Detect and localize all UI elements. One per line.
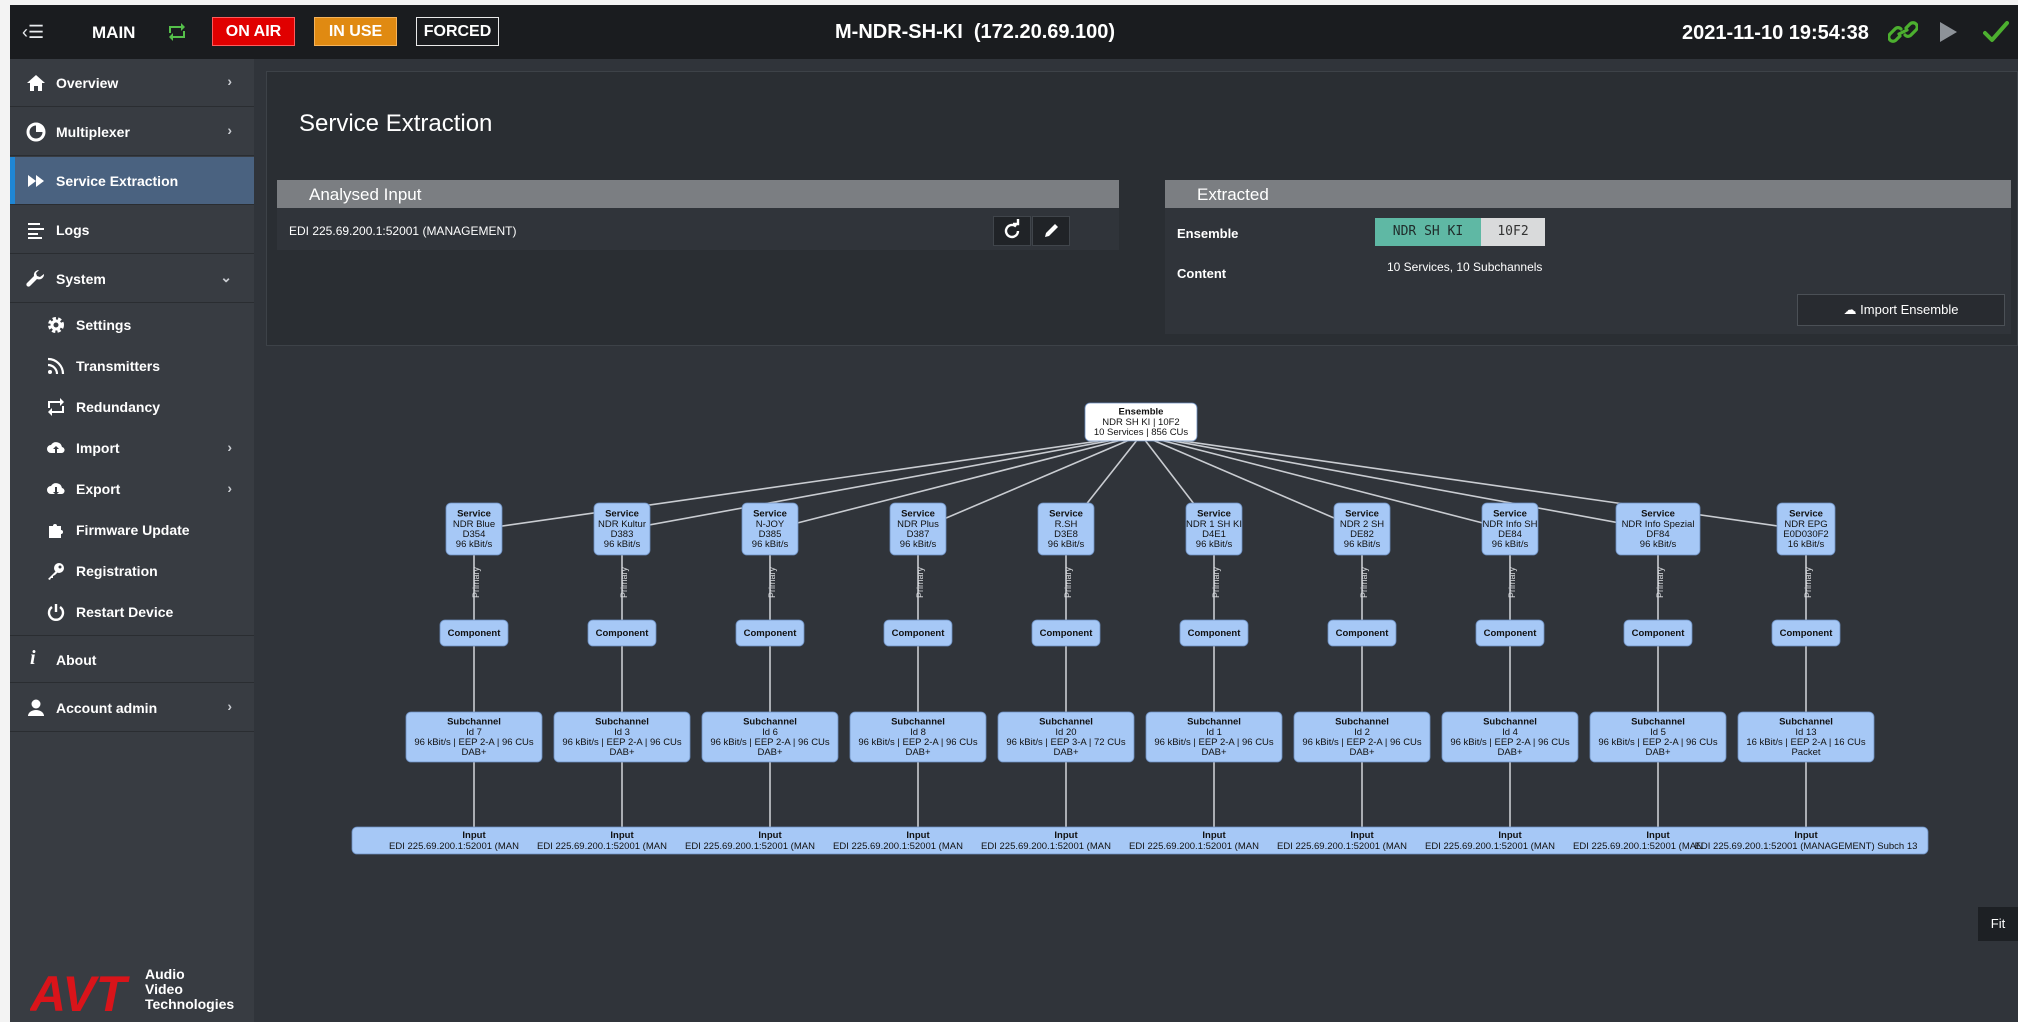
graph-node-text: DAB+ [905, 747, 931, 758]
graph-node-text: 10 Services | 856 CUs [1094, 427, 1189, 438]
component-node[interactable]: Component [439, 619, 509, 647]
input-node-title: Input [1202, 830, 1226, 841]
primary-label: Primary [471, 567, 481, 598]
primary-label: Primary [767, 567, 777, 598]
subchannel-node[interactable]: SubchannelId 796 kBit/s | EEP 2-A | 96 C… [405, 711, 543, 763]
graph-node-text: Packet [1791, 747, 1820, 758]
subchannel-node[interactable]: SubchannelId 596 kBit/s | EEP 2-A | 96 C… [1589, 711, 1727, 763]
primary-label: Primary [1507, 567, 1517, 598]
primary-label: Primary [619, 567, 629, 598]
graph-node-text: Component [1632, 628, 1686, 639]
service-node[interactable]: ServiceNDR 1 SH KID4E196 kBit/s [1185, 502, 1243, 556]
input-node-source: EDI 225.69.200.1:52001 (MAN [1425, 841, 1555, 852]
service-node[interactable]: ServiceN-JOYD38596 kBit/s [741, 502, 799, 556]
graph-node-text: 96 kBit/s [1196, 539, 1233, 550]
input-node-source: EDI 225.69.200.1:52001 (MAN [1129, 841, 1259, 852]
graph-edge [1140, 434, 1363, 531]
graph-node-text: Component [1040, 628, 1094, 639]
graph-node-text: 16 kBit/s [1788, 539, 1825, 550]
component-node[interactable]: Component [1771, 619, 1841, 647]
input-node-source: EDI 225.69.200.1:52001 (MAN [1277, 841, 1407, 852]
subchannel-node[interactable]: SubchannelId 496 kBit/s | EEP 2-A | 96 C… [1441, 711, 1579, 763]
graph-node-text: DAB+ [1201, 747, 1227, 758]
component-node[interactable]: Component [587, 619, 657, 647]
component-node[interactable]: Component [883, 619, 953, 647]
service-node[interactable]: ServiceNDR 2 SHDE8296 kBit/s [1333, 502, 1391, 556]
input-node-title: Input [610, 830, 634, 841]
service-node[interactable]: ServiceNDR Info SpezialDF8496 kBit/s [1615, 502, 1701, 556]
graph-node-text: Component [892, 628, 946, 639]
component-node[interactable]: Component [735, 619, 805, 647]
service-node[interactable]: ServiceNDR EPGE0D030F216 kBit/s [1776, 502, 1836, 556]
graph-node-text: DAB+ [1645, 747, 1671, 758]
graph-edge [917, 434, 1142, 531]
graph-node-text: 96 kBit/s [1492, 539, 1529, 550]
service-node[interactable]: ServiceNDR Info SHDE8496 kBit/s [1481, 502, 1539, 556]
input-node-title: Input [1350, 830, 1374, 841]
graph-node-text: DAB+ [1053, 747, 1079, 758]
graph-node-text: 96 kBit/s [752, 539, 789, 550]
subchannel-node[interactable]: SubchannelId 2096 kBit/s | EEP 3-A | 72 … [997, 711, 1135, 763]
graph-node-text: 96 kBit/s [456, 539, 493, 550]
graph-node-text: 96 kBit/s [1048, 539, 1085, 550]
graph-node-text: Component [1188, 628, 1242, 639]
input-node-source: EDI 225.69.200.1:52001 (MAN [389, 841, 519, 852]
graph-node-text: Component [596, 628, 650, 639]
subchannel-node[interactable]: SubchannelId 196 kBit/s | EEP 2-A | 96 C… [1145, 711, 1283, 763]
subchannel-node[interactable]: SubchannelId 696 kBit/s | EEP 2-A | 96 C… [701, 711, 839, 763]
component-node[interactable]: Component [1179, 619, 1249, 647]
input-node-source: EDI 225.69.200.1:52001 (MAN [981, 841, 1111, 852]
input-node-title: Input [758, 830, 782, 841]
service-node[interactable]: ServiceR.SHD3E896 kBit/s [1037, 502, 1095, 556]
subchannel-node[interactable]: SubchannelId 396 kBit/s | EEP 2-A | 96 C… [553, 711, 691, 763]
primary-label: Primary [1063, 567, 1073, 598]
primary-label: Primary [1655, 567, 1665, 598]
graph-node-text: 96 kBit/s [1344, 539, 1381, 550]
graph-node-text: Component [1336, 628, 1390, 639]
graph-node-text: Component [744, 628, 798, 639]
app-window: ‹☰ MAIN ON AIR IN USE FORCED M-NDR-SH-KI… [10, 5, 2018, 1022]
input-node-source: EDI 225.69.200.1:52001 (MAN [1573, 841, 1703, 852]
component-node[interactable]: Component [1327, 619, 1397, 647]
primary-label: Primary [1803, 567, 1813, 598]
input-node-source: EDI 225.69.200.1:52001 (MAN [685, 841, 815, 852]
component-node[interactable]: Component [1623, 619, 1693, 647]
graph-node-text: 96 kBit/s [900, 539, 937, 550]
input-node-source: EDI 225.69.200.1:52001 (MANAGEMENT) Subc… [1695, 841, 1918, 852]
graph-node-text: 96 kBit/s [1640, 539, 1677, 550]
input-node-title: Input [1794, 830, 1818, 841]
service-node[interactable]: ServiceNDR PlusD38796 kBit/s [889, 502, 947, 556]
graph-node-text: DAB+ [1497, 747, 1523, 758]
input-node-source: EDI 225.69.200.1:52001 (MAN [833, 841, 963, 852]
input-node-title: Input [1646, 830, 1670, 841]
fit-button[interactable]: Fit [1978, 907, 2018, 941]
primary-label: Primary [1211, 567, 1221, 598]
service-node[interactable]: ServiceNDR BlueD35496 kBit/s [445, 502, 503, 556]
input-row: InputEDI 225.69.200.1:52001 (MANInputEDI… [351, 826, 1929, 855]
input-node-title: Input [906, 830, 930, 841]
graph-node-text: Component [448, 628, 502, 639]
service-node[interactable]: ServiceNDR KulturD38396 kBit/s [593, 502, 651, 556]
graph-node-text: DAB+ [461, 747, 487, 758]
subchannel-node[interactable]: SubchannelId 296 kBit/s | EEP 2-A | 96 C… [1293, 711, 1431, 763]
graph-node-text: DAB+ [1349, 747, 1375, 758]
extraction-graph[interactable]: Primary Primary Primary Primary Primary Prima… [10, 5, 2018, 1022]
graph-node-text: DAB+ [609, 747, 635, 758]
primary-label: Primary [1359, 567, 1369, 598]
input-node-title: Input [1054, 830, 1078, 841]
input-node-title: Input [1498, 830, 1522, 841]
subchannel-node[interactable]: SubchannelId 896 kBit/s | EEP 2-A | 96 C… [849, 711, 987, 763]
component-node[interactable]: Component [1031, 619, 1101, 647]
input-node-source: EDI 225.69.200.1:52001 (MAN [537, 841, 667, 852]
graph-node-text: 96 kBit/s [604, 539, 641, 550]
graph-node-text: Component [1780, 628, 1834, 639]
primary-label: Primary [915, 567, 925, 598]
ensemble-node[interactable]: EnsembleNDR SH KI | 10F210 Services | 85… [1084, 402, 1198, 442]
input-node-title: Input [462, 830, 486, 841]
graph-node-text: DAB+ [757, 747, 783, 758]
component-node[interactable]: Component [1475, 619, 1545, 647]
graph-node-text: Component [1484, 628, 1538, 639]
subchannel-node[interactable]: SubchannelId 1316 kBit/s | EEP 2-A | 16 … [1737, 711, 1875, 763]
